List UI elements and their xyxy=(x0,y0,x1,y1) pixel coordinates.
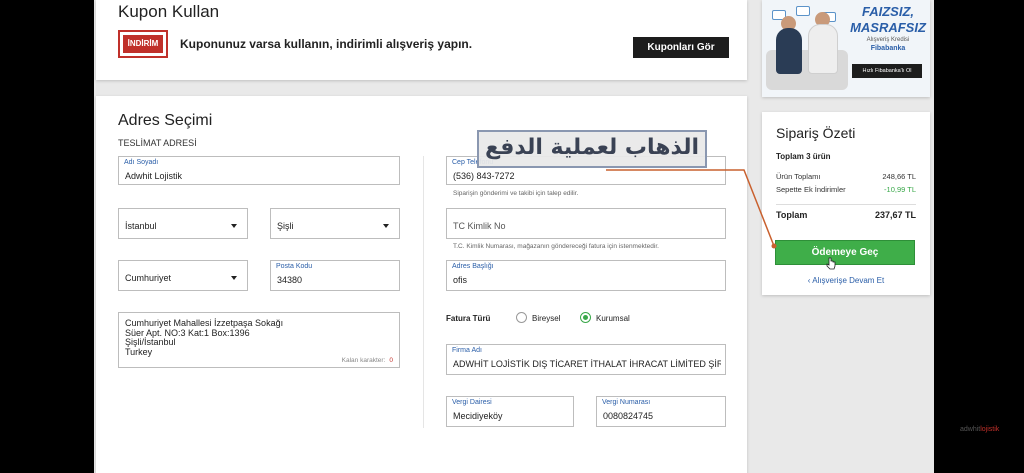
address-textarea[interactable]: Cumhuriyet Mahallesi İzzetpaşa Sokağı Sü… xyxy=(118,312,400,368)
ad-banner[interactable]: FAIZSIZ, MASRAFSIZ Alışveriş Kredisi Fib… xyxy=(762,0,930,97)
summary-row: Sepette Ek İndirimler -10,99 TL xyxy=(776,185,916,194)
radio-individual[interactable] xyxy=(516,312,527,323)
order-summary-panel: Sipariş Özeti Toplam 3 ürün Ürün Toplamı… xyxy=(762,112,930,295)
name-field[interactable]: Adı Soyadı Adwhit Lojistik xyxy=(118,156,400,185)
column-divider xyxy=(423,156,424,428)
item-count: Toplam 3 ürün xyxy=(776,152,831,161)
delivery-address-heading: TESLİMAT ADRESİ xyxy=(118,138,197,148)
annotation-overlay: الذهاب لعملية الدفع xyxy=(477,130,707,168)
summary-row: Ürün Toplamı 248,66 TL xyxy=(776,172,916,181)
discount-badge: İNDİRİM xyxy=(118,30,168,58)
city-select[interactable]: İstanbul xyxy=(118,208,248,239)
chevron-down-icon xyxy=(231,224,237,228)
char-counter: Kalan karakter: 0 xyxy=(341,357,393,364)
chevron-down-icon xyxy=(231,276,237,280)
postal-code-field[interactable]: Posta Kodu 34380 xyxy=(270,260,400,291)
proceed-to-payment-button[interactable]: Ödemeye Geç xyxy=(775,240,915,265)
tc-id-hint: T.C. Kimlik Numarası, mağazanın gönderec… xyxy=(453,243,659,250)
coupon-panel: Kupon Kullan İNDİRİM Kuponunuz varsa kul… xyxy=(96,0,747,80)
watermark: adwhitlojistik xyxy=(960,426,1000,433)
name-field-value: Adwhit Lojistik xyxy=(125,171,183,181)
ad-headline-2: MASRAFSIZ xyxy=(850,20,926,35)
coupon-title: Kupon Kullan xyxy=(118,2,220,21)
order-total: Toplam 237,67 TL xyxy=(776,210,916,220)
coupon-description: Kuponunuz varsa kullanın, indirimli alış… xyxy=(180,37,473,51)
hand-cursor-icon xyxy=(826,257,836,270)
ad-subtitle: Alışveriş Kredisi xyxy=(866,37,910,43)
discount-badge-label: İNDİRİM xyxy=(123,35,163,53)
annotation-text: الذهاب لعملية الدفع xyxy=(484,135,700,160)
ad-brand-logo: Fibabanka xyxy=(870,45,906,52)
phone-hint: Siparişin gönderimi ve takibi için talep… xyxy=(453,190,579,197)
ad-cta-button[interactable]: Hızlı Fibabanka'lı Ol xyxy=(852,64,922,78)
ad-headline: FAIZSIZ, xyxy=(862,4,914,19)
tax-number-field[interactable]: Vergi Numarası 0080824745 xyxy=(596,396,726,427)
tax-office-field[interactable]: Vergi Dairesi Mecidiyeköy xyxy=(446,396,574,427)
ad-person-image xyxy=(808,24,838,74)
page-viewport: Kupon Kullan İNDİRİM Kuponunuz varsa kul… xyxy=(94,0,934,473)
radio-corporate[interactable] xyxy=(580,312,591,323)
divider xyxy=(776,204,916,205)
name-field-label: Adı Soyadı xyxy=(124,159,159,166)
view-coupons-button[interactable]: Kuponları Gör xyxy=(633,37,729,58)
tc-id-field[interactable]: TC Kimlik No xyxy=(446,208,726,239)
address-title-field[interactable]: Adres Başlığı ofis xyxy=(446,260,726,291)
address-title: Adres Seçimi xyxy=(118,112,213,129)
order-summary-title: Sipariş Özeti xyxy=(776,125,856,141)
continue-shopping-link[interactable]: ‹ Alışverişe Devam Et xyxy=(762,276,930,285)
neighborhood-select[interactable]: Cumhuriyet xyxy=(118,260,248,291)
ad-person-image xyxy=(776,28,802,74)
district-select[interactable]: Şişli xyxy=(270,208,400,239)
company-name-field[interactable]: Firma Adı ADWHİT LOJİSTİK DIŞ TİCARET İT… xyxy=(446,344,726,375)
chevron-down-icon xyxy=(383,224,389,228)
